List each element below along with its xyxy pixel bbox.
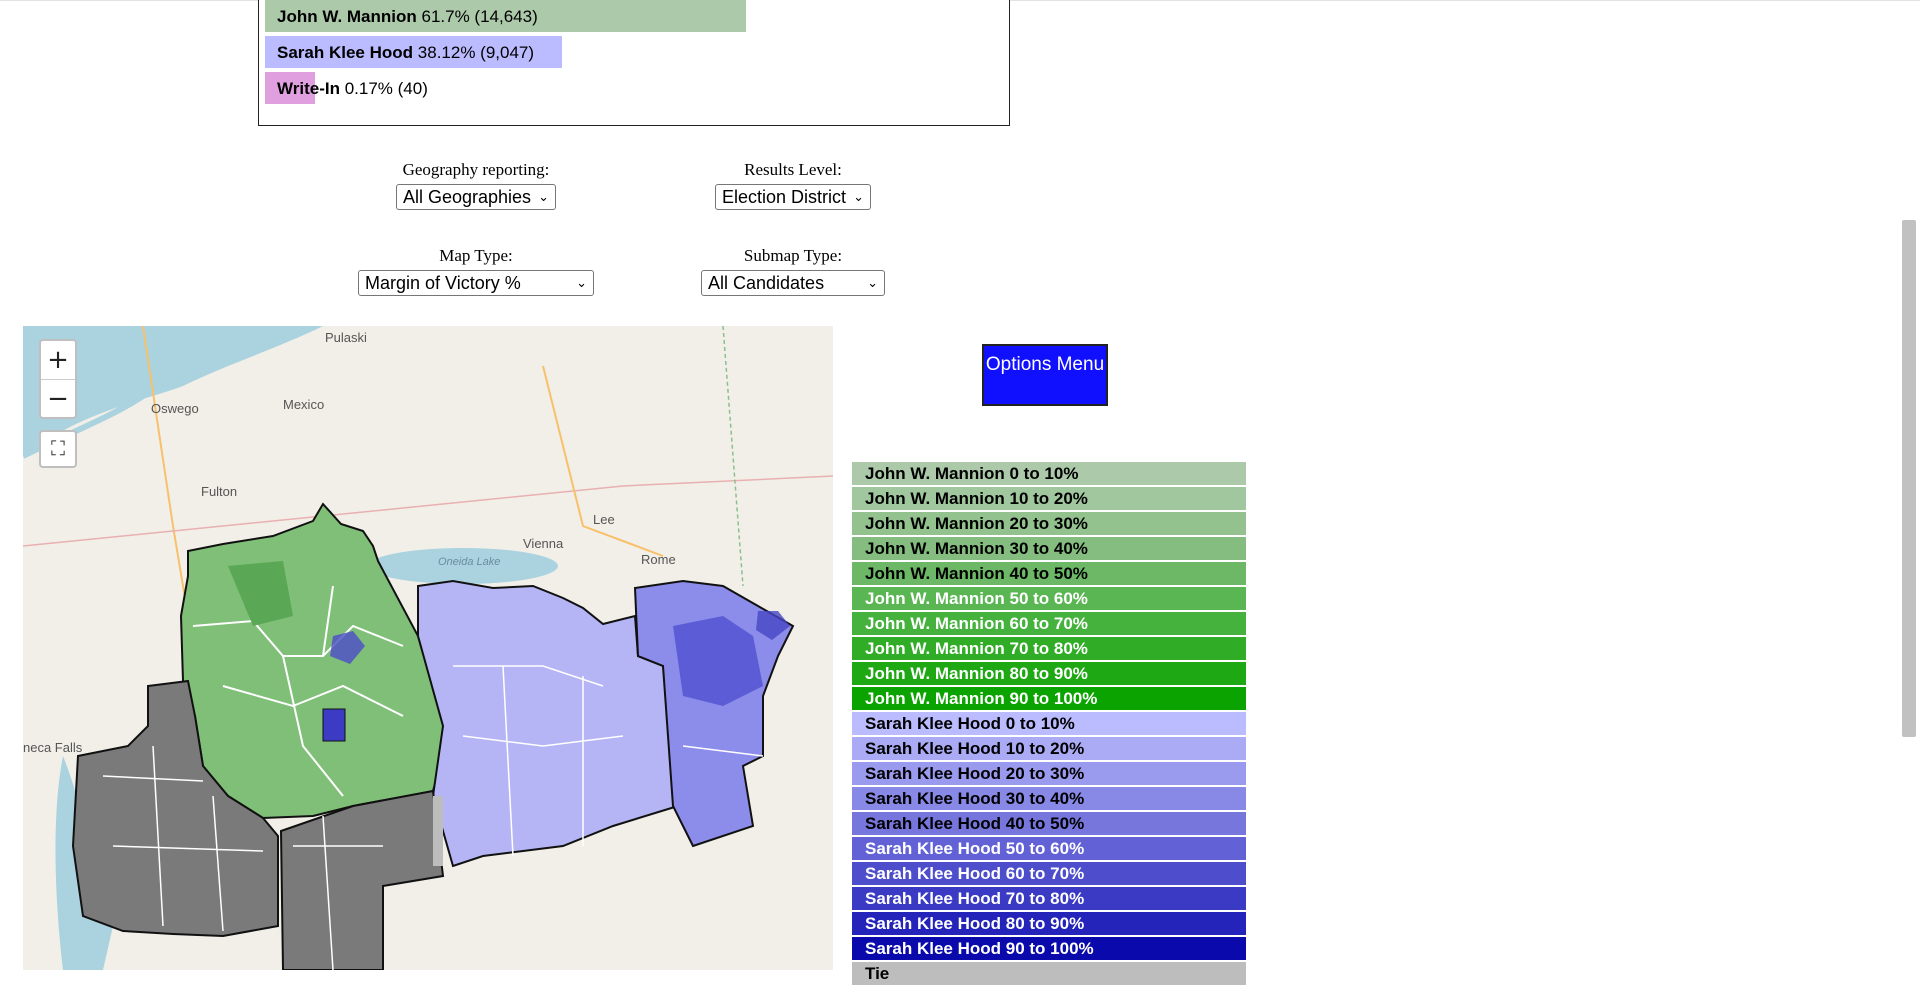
legend-item: John W. Mannion 0 to 10% — [852, 462, 1246, 485]
result-row-writein: Write-In 0.17% (40) — [265, 72, 1005, 104]
legend-item: John W. Mannion 20 to 30% — [852, 512, 1246, 535]
district-green[interactable] — [179, 502, 450, 820]
geography-select[interactable]: All Geographies ⌄ — [395, 184, 557, 210]
results-map[interactable]: Pulaski Oswego Mexico Fulton Lee Vienna … — [23, 326, 833, 970]
results-level-select[interactable]: Election District ⌄ — [714, 184, 872, 210]
candidate-stats: 0.17% (40) — [344, 79, 428, 98]
legend-item: John W. Mannion 40 to 50% — [852, 562, 1246, 585]
legend-item: Sarah Klee Hood 20 to 30% — [852, 762, 1246, 785]
chevron-down-icon: ⌄ — [853, 189, 865, 204]
legend-item: Sarah Klee Hood 50 to 60% — [852, 837, 1246, 860]
map-canvas[interactable] — [23, 326, 833, 970]
candidate-stats: 61.7% (14,643) — [421, 7, 538, 26]
district-gray-south[interactable] — [279, 789, 445, 970]
candidate-name: John W. Mannion — [277, 7, 417, 26]
candidate-name: Write-In — [277, 79, 340, 98]
submap-type-select[interactable]: All Candidates ⌄ — [701, 270, 885, 296]
legend-item: Sarah Klee Hood 80 to 90% — [852, 912, 1246, 935]
geography-control: Geography reporting: All Geographies ⌄ — [376, 160, 576, 210]
result-row-hood: Sarah Klee Hood 38.12% (9,047) — [265, 36, 1005, 68]
legend-item: Sarah Klee Hood 10 to 20% — [852, 737, 1246, 760]
zoom-in-button[interactable]: + — [41, 341, 75, 379]
zoom-controls: + − — [39, 339, 77, 419]
options-menu-button[interactable]: Options Menu — [982, 344, 1108, 406]
legend-item: Sarah Klee Hood 0 to 10% — [852, 712, 1246, 735]
map-type-control: Map Type: Margin of Victory % ⌄ — [356, 246, 596, 296]
map-label-rome: Rome — [641, 552, 676, 567]
road — [23, 475, 833, 547]
legend-item: Tie — [852, 962, 1246, 985]
candidate-stats: 38.12% (9,047) — [417, 43, 535, 62]
result-row-mannion: John W. Mannion 61.7% (14,643) — [265, 0, 1005, 32]
legend-item: John W. Mannion 60 to 70% — [852, 612, 1246, 635]
results-level-control: Results Level: Election District ⌄ — [693, 160, 893, 210]
map-type-select[interactable]: Margin of Victory % ⌄ — [358, 270, 594, 296]
results-panel: John W. Mannion 61.7% (14,643) Sarah Kle… — [258, 0, 1010, 126]
map-label-mexico: Mexico — [283, 397, 325, 412]
park-boundary — [722, 326, 744, 587]
legend-item: John W. Mannion 80 to 90% — [852, 662, 1246, 685]
chevron-down-icon: ⌄ — [538, 189, 550, 204]
map-type-label: Map Type: — [439, 246, 513, 265]
chevron-down-icon: ⌄ — [867, 275, 878, 290]
legend-item: Sarah Klee Hood 30 to 40% — [852, 787, 1246, 810]
map-legend: John W. Mannion 0 to 10% John W. Mannion … — [852, 462, 1246, 987]
legend-item: John W. Mannion 30 to 40% — [852, 537, 1246, 560]
geography-label: Geography reporting: — [402, 160, 550, 179]
candidate-name: Sarah Klee Hood — [277, 43, 414, 62]
map-label-fulton: Fulton — [201, 484, 238, 499]
submap-type-control: Submap Type: All Candidates ⌄ — [693, 246, 893, 296]
chevron-down-icon: ⌄ — [576, 275, 587, 290]
legend-item: Sarah Klee Hood 90 to 100% — [852, 937, 1246, 960]
legend-item: John W. Mannion 70 to 80% — [852, 637, 1246, 660]
map-label-lee: Lee — [593, 512, 615, 527]
map-label-seneca-falls: neca Falls — [23, 740, 83, 755]
map-label-vienna: Vienna — [523, 536, 564, 551]
district-blue-enclave — [322, 708, 346, 742]
legend-item: Sarah Klee Hood 70 to 80% — [852, 887, 1246, 910]
district-tie — [433, 796, 443, 866]
legend-item: John W. Mannion 10 to 20% — [852, 487, 1246, 510]
map-label-oneida-lake: Oneida Lake — [438, 556, 501, 568]
results-level-label: Results Level: — [744, 160, 842, 179]
submap-type-label: Submap Type: — [743, 246, 843, 265]
legend-item: Sarah Klee Hood 40 to 50% — [852, 812, 1246, 835]
fullscreen-icon[interactable]: ⛶ — [39, 430, 77, 468]
zoom-out-button[interactable]: − — [41, 379, 75, 418]
road — [542, 365, 664, 557]
legend-item: John W. Mannion 50 to 60% — [852, 587, 1246, 610]
map-label-oswego: Oswego — [151, 401, 199, 416]
map-label-pulaski: Pulaski — [325, 330, 367, 345]
page-scrollbar[interactable] — [1902, 220, 1916, 737]
legend-item: Sarah Klee Hood 60 to 70% — [852, 862, 1246, 885]
legend-item: John W. Mannion 90 to 100% — [852, 687, 1246, 710]
